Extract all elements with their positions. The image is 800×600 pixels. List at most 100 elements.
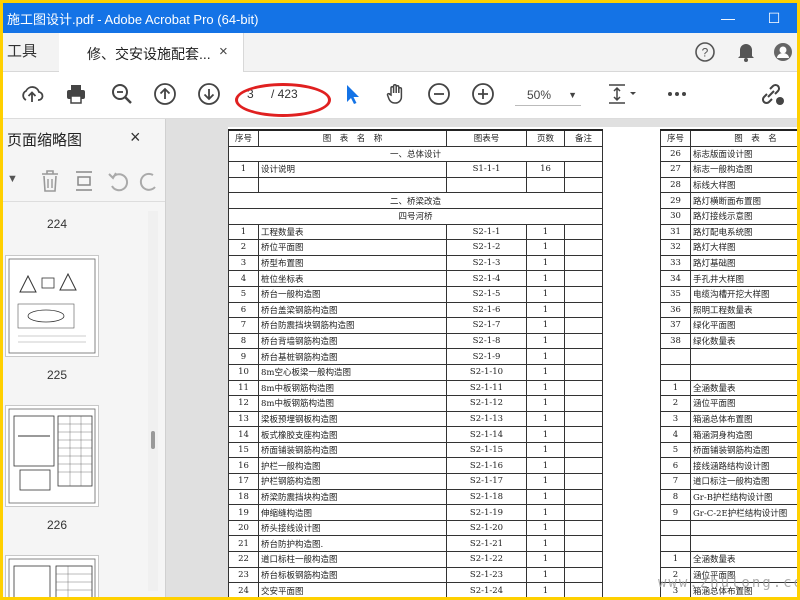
panel-close-icon[interactable]: × <box>130 127 141 148</box>
table-cell: 备注 <box>564 128 603 147</box>
table-row: 30 路灯接线示意图 <box>660 207 797 225</box>
table-row: 10 8m空心板梁一般构造图 S2-1-10 1 <box>228 363 603 381</box>
table-cell: 1 <box>526 473 565 490</box>
select-cursor-icon[interactable] <box>339 82 365 108</box>
table-cell: 22 <box>228 551 259 568</box>
table-row: 四号河桥 <box>228 207 603 225</box>
tab-document[interactable]: 修、交安设施配套... × <box>59 33 244 72</box>
table-cell <box>564 301 603 319</box>
panel-title: 页面缩略图 <box>7 132 83 149</box>
table-row: 29 路灯横断面布置图 <box>660 192 797 209</box>
thumbnail-panel: 页面缩略图 × ▼ 224 225 226 <box>3 119 166 597</box>
table-cell: S2-1-18 <box>446 488 527 506</box>
table-cell: 手孔井大样图 <box>690 270 797 287</box>
table-cell: 35 <box>660 285 691 303</box>
thumbnail-page-227[interactable] <box>5 555 99 597</box>
table-row: 37 绿化平面图 <box>660 317 797 334</box>
table-cell: 1 <box>228 161 259 178</box>
table-cell <box>564 254 603 272</box>
table-cell: 19 <box>228 504 259 521</box>
print-icon[interactable] <box>63 82 89 108</box>
window-title: 施工图设计.pdf - Adobe Acrobat Pro (64-bit) <box>7 12 259 27</box>
scrollbar-thumb[interactable] <box>151 431 155 449</box>
undo-icon[interactable] <box>107 169 129 198</box>
table-row: 24 交安平面图 S2-1-24 1 <box>228 582 603 597</box>
tab-tools[interactable]: 工具 <box>3 33 63 71</box>
help-icon[interactable]: ? <box>693 41 717 65</box>
table-cell: 护栏一般构造图 <box>258 457 447 475</box>
table-cell: 10 <box>228 363 259 381</box>
table-cell: 14 <box>228 426 259 443</box>
table-cell <box>564 426 603 443</box>
table-row: 33 路灯基础图 <box>660 254 797 272</box>
thumbnail-scrollbar[interactable] <box>148 211 158 591</box>
table-cell: 20 <box>228 519 259 537</box>
table-cell: 6 <box>228 301 259 319</box>
table-cell: 1 <box>526 441 565 459</box>
share-link-icon[interactable] <box>759 82 785 108</box>
table-cell: 33 <box>660 254 691 272</box>
table-cell: 29 <box>660 192 691 209</box>
table-cell: 32 <box>660 239 691 256</box>
table-row: 3 桥型布置图 S2-1-3 1 <box>228 254 603 272</box>
next-page-icon[interactable] <box>196 82 222 108</box>
table-row: 38 绿化数量表 <box>660 332 797 350</box>
table-cell: 1 <box>526 551 565 568</box>
notification-bell-icon[interactable] <box>734 41 758 65</box>
tab-document-label: 修、交安设施配套... <box>87 46 211 62</box>
account-icon[interactable] <box>771 41 795 65</box>
zoom-out-icon[interactable] <box>426 82 452 108</box>
table-row <box>228 176 603 194</box>
table-row: 二、桥梁改造 <box>228 192 603 209</box>
table-cell <box>526 176 565 194</box>
table-cell <box>564 348 603 365</box>
maximize-button[interactable]: ☐ <box>751 3 797 33</box>
more-options-icon[interactable] <box>664 82 690 108</box>
tab-close-icon[interactable]: × <box>219 43 228 60</box>
zoom-level-dropdown[interactable]: 50% ▼ <box>515 84 581 106</box>
insert-page-icon[interactable] <box>73 169 95 198</box>
table-cell <box>446 176 527 194</box>
zoom-in-icon[interactable] <box>470 82 496 108</box>
redo-icon[interactable] <box>139 169 161 198</box>
table-cell <box>564 488 603 506</box>
table-row: 1 工程数量表 S2-1-1 1 <box>228 223 603 241</box>
thumbnail-page-226[interactable] <box>5 405 99 507</box>
minimize-button[interactable]: — <box>705 3 751 33</box>
table-row: 31 路灯配电系统图 <box>660 223 797 241</box>
thumbnail-page-225[interactable] <box>5 255 99 357</box>
table-cell <box>564 332 603 350</box>
table-cell: 24 <box>228 582 259 597</box>
hand-tool-icon[interactable] <box>383 82 409 108</box>
main-toolbar: 3 / 423 50% ▼ <box>3 72 797 119</box>
table-cell: 电缆沟槽开挖大样图 <box>690 285 797 303</box>
table-cell <box>564 161 603 178</box>
table-cell: 图 表 名 称 <box>258 128 447 147</box>
table-cell <box>564 535 603 553</box>
table-cell: S2-1-5 <box>446 285 527 303</box>
table-cell: 30 <box>660 207 691 225</box>
table-cell <box>660 535 691 553</box>
upload-cloud-icon[interactable] <box>19 82 45 108</box>
table-cell: 路灯基础图 <box>690 254 797 272</box>
zoom-search-icon[interactable] <box>109 82 135 108</box>
table-cell <box>228 176 259 194</box>
fit-page-icon[interactable] <box>605 82 639 108</box>
table-row: 7 桥台防震挡块钢筋构造图 S2-1-7 1 <box>228 317 603 334</box>
table-cell: 标志一般构造图 <box>690 161 797 178</box>
table-cell: 序号 <box>660 128 691 147</box>
delete-page-icon[interactable] <box>39 169 61 198</box>
table-row <box>660 363 797 381</box>
table-cell: 桥台盖梁钢筋构造图 <box>258 301 447 319</box>
table-cell: S2-1-12 <box>446 395 527 412</box>
options-dropdown-icon[interactable]: ▼ <box>7 173 18 185</box>
table-row: 17 护栏钢筋构造图 S2-1-17 1 <box>228 473 603 490</box>
table-cell <box>564 270 603 287</box>
table-cell: 38 <box>660 332 691 350</box>
previous-page-icon[interactable] <box>152 82 178 108</box>
table-cell: 1 <box>526 363 565 381</box>
table-cell: S2-1-7 <box>446 317 527 334</box>
tab-bar: 工具 修、交安设施配套... × ? <box>3 33 797 72</box>
table-cell: 1 <box>228 223 259 241</box>
table-header-row: 序号图 表 名 称图表号 页数 备注 <box>228 128 603 147</box>
